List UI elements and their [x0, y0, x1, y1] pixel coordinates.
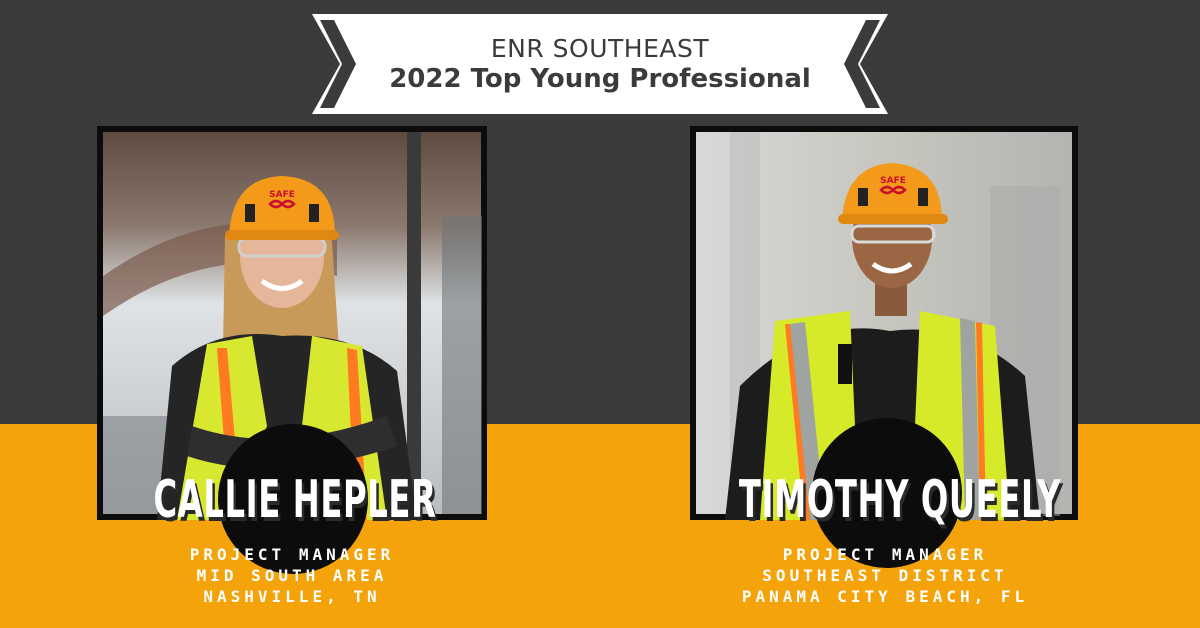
honoree-area: MID SOUTH AREA: [196, 566, 388, 585]
honoree-name-right: TIMOTHY QUEELY: [738, 470, 1062, 530]
honoree-location: PANAMA CITY BEACH, FL: [741, 587, 1029, 606]
svg-text:SAFE: SAFE: [880, 176, 906, 186]
award-ribbon-banner: ENR SOUTHEAST 2022 Top Young Professiona…: [312, 14, 888, 114]
honoree-info-right: PROJECT MANAGER SOUTHEAST DISTRICT PANAM…: [690, 544, 1080, 607]
honoree-name-left: CALLIE HEPLER: [153, 470, 437, 530]
honoree-title: PROJECT MANAGER: [189, 545, 395, 564]
svg-text:SAFE: SAFE: [269, 190, 295, 200]
honoree-location: NASHVILLE, TN: [203, 587, 381, 606]
honoree-title: PROJECT MANAGER: [782, 545, 988, 564]
honoree-area: SOUTHEAST DISTRICT: [762, 566, 1008, 585]
banner-award-title: 2022 Top Young Professional: [389, 64, 811, 94]
honoree-info-left: PROJECT MANAGER MID SOUTH AREA NASHVILLE…: [112, 544, 472, 607]
banner-organization: ENR SOUTHEAST: [490, 34, 710, 63]
